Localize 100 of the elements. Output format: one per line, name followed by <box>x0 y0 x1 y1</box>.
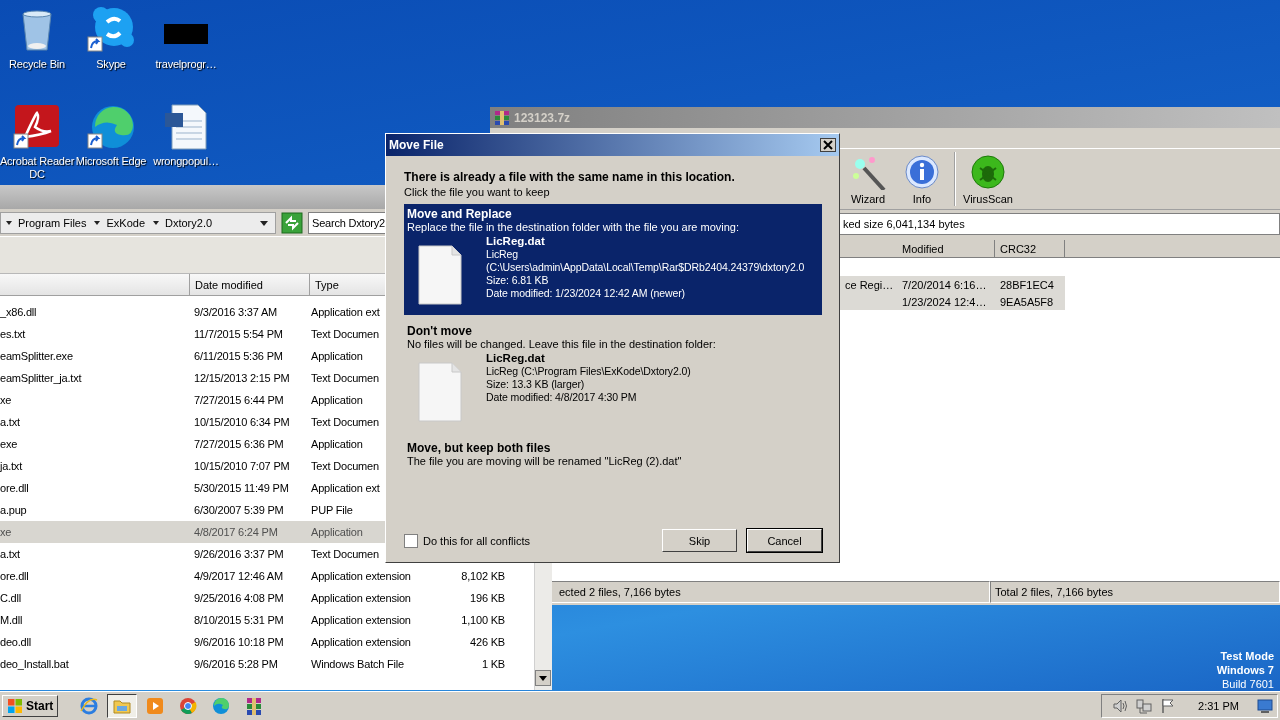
os-notice-text: Build 7601 <box>1221 677 1274 691</box>
scroll-down-button[interactable] <box>535 670 551 686</box>
table-cell: 9/25/2016 4:08 PM <box>194 592 284 604</box>
toolbar-button[interactable]: Info <box>896 151 948 207</box>
table-cell: 10/15/2010 6:34 PM <box>194 416 290 428</box>
window-title: 123123.7z <box>514 110 571 125</box>
address-bar[interactable]: Program Files ExKode Dxtory2.0 <box>0 211 276 234</box>
caret-icon[interactable] <box>152 218 160 227</box>
table-cell: 7/20/2014 6:16… <box>897 276 995 293</box>
table-cell: a.pup <box>0 504 27 516</box>
chat-app-icon[interactable] <box>87 6 135 54</box>
table-cell: 28BF1EC4 <box>995 276 1065 293</box>
table-cell: 9EA5A5F8 <box>995 293 1065 310</box>
table-cell: eamSplitter_ja.txt <box>0 372 82 384</box>
table-cell: Text Documen <box>311 460 379 472</box>
dialog-heading: There is already a file with the same name in this location. <box>404 170 736 184</box>
start-button[interactable]: Start <box>2 695 59 717</box>
file-name: LicReg.dat <box>486 235 546 248</box>
table-cell: Application <box>311 350 363 362</box>
table-cell: _x86.dll <box>0 306 37 318</box>
table-cell: Application extension <box>311 592 411 604</box>
table-cell: Application extension <box>311 570 411 582</box>
table-cell: ce Regi… <box>845 278 894 291</box>
table-cell: 10/15/2010 7:07 PM <box>194 460 290 472</box>
file-icon <box>418 245 462 305</box>
info-icon <box>904 153 940 190</box>
table-cell: 4/9/2017 12:46 AM <box>194 570 283 582</box>
refresh-button[interactable] <box>281 211 303 234</box>
checkbox[interactable] <box>404 533 418 548</box>
table-cell: 9/3/2016 3:37 AM <box>194 306 278 318</box>
os-notice-text: Windows 7 <box>1216 663 1274 677</box>
network-icon[interactable] <box>1136 698 1153 714</box>
file-detail: Size: 13.3 KB (larger) <box>486 378 586 391</box>
table-cell: deo.dll <box>0 636 31 648</box>
media-player-icon <box>145 696 166 716</box>
toolbar-button[interactable]: Wizard <box>842 151 894 207</box>
icon-label[interactable]: wrongpopul… <box>148 155 224 168</box>
table-cell: Application extension <box>311 614 411 626</box>
table-cell: a.txt <box>0 416 20 428</box>
file-row[interactable]: deo.dll 9/6/2016 10:18 PM Application extension 426 KB <box>0 631 534 653</box>
file-detail: Date modified: 1/23/2024 12:42 AM (newer) <box>486 287 687 300</box>
table-cell: Text Documen <box>311 416 379 428</box>
file-detail: LicReg (C:\Program Files\ExKode\Dxtory2.0) <box>486 365 691 378</box>
table-cell: Application ext <box>311 482 380 494</box>
pdf-app-icon[interactable] <box>13 103 61 151</box>
breadcrumb[interactable]: ExKode <box>106 216 145 229</box>
toolbar-button[interactable]: VirusScan <box>962 151 1014 207</box>
caret-icon[interactable] <box>5 218 13 227</box>
archive-app-icon <box>494 109 510 126</box>
file-row[interactable]: deo_Install.bat 9/6/2016 5:28 PM Windows Batch File 1 KB <box>0 653 534 675</box>
conflict-option[interactable]: Don't move No files will be changed. Leave this file in the destination folder: LicReg.dat LicReg (C:\Program Files\ExKode\Dxtory2.0) Size: 13.3 KB (larger) Date modified: 4/8/2017 4:30 PM <box>404 321 822 432</box>
chrome-browser-icon <box>178 696 199 716</box>
file-detail: Size: 6.81 KB <box>486 274 550 287</box>
conflict-option[interactable] <box>404 204 822 315</box>
column-header[interactable]: Date modified <box>190 274 310 295</box>
table-cell: Application <box>311 394 363 406</box>
browser-icon[interactable] <box>87 103 135 151</box>
table-cell: Application extension <box>311 636 411 648</box>
dialog-button[interactable]: Cancel <box>747 529 822 552</box>
table-cell: xe <box>0 394 12 406</box>
breadcrumb[interactable]: Program Files <box>18 216 87 229</box>
dropdown-icon[interactable] <box>259 218 269 227</box>
show-desktop-icon[interactable] <box>1257 698 1273 714</box>
table-cell: PUP File <box>311 504 353 516</box>
table-cell: 1 KB <box>481 658 505 670</box>
table-cell: 4/8/2017 6:24 PM <box>194 526 278 538</box>
close-button[interactable] <box>820 138 836 152</box>
bug-icon <box>970 153 1006 190</box>
file-row[interactable]: M.dll 8/10/2015 5:31 PM Application extension 1,100 KB <box>0 609 534 631</box>
icon-label[interactable]: Skype <box>73 58 149 71</box>
table-cell: Text Documen <box>311 548 379 560</box>
clock[interactable]: 2:31 PM <box>1198 700 1239 712</box>
search-field[interactable]: Search Dxtory2 <box>308 211 388 234</box>
taskbar-button[interactable] <box>107 694 138 718</box>
speaker-icon[interactable] <box>1112 698 1129 714</box>
icon-label[interactable]: Recycle Bin <box>0 58 75 71</box>
dialog-button[interactable]: Skip <box>662 529 737 552</box>
table-cell: ore.dll <box>0 570 29 582</box>
file-name: LicReg.dat <box>486 352 546 365</box>
table-cell: 8,102 KB <box>461 570 505 582</box>
table-cell: Text Documen <box>311 372 379 384</box>
table-cell: M.dll <box>0 614 23 626</box>
status-text: Total 2 files, 7,166 bytes <box>990 581 1280 603</box>
table-cell: Application <box>311 438 363 450</box>
document-icon[interactable] <box>162 103 210 151</box>
option-title: Don't move <box>407 324 473 338</box>
table-cell: 9/6/2016 5:28 PM <box>194 658 278 670</box>
icon-label[interactable]: travelprogr… <box>148 58 224 71</box>
conflict-option[interactable]: Move, but keep both files The file you are moving will be renamed "LicReg (2).dat" <box>404 438 822 477</box>
table-cell: Text Documen <box>311 328 379 340</box>
icon-label[interactable]: Acrobat Reader DC <box>0 155 75 181</box>
table-cell: 5/30/2015 11:49 PM <box>194 482 289 494</box>
breadcrumb[interactable]: Dxtory2.0 <box>165 216 213 229</box>
option-description: The file you are moving will be renamed "LicReg (2).dat" <box>407 455 683 467</box>
caret-icon[interactable] <box>93 218 102 227</box>
table-cell: 1/23/2024 12:4… <box>897 293 995 310</box>
file-detail: LicReg <box>486 248 520 261</box>
table-cell: ore.dll <box>0 482 29 494</box>
dialog-title: Move File <box>389 138 445 152</box>
table-cell: 9/6/2016 10:18 PM <box>194 636 284 648</box>
